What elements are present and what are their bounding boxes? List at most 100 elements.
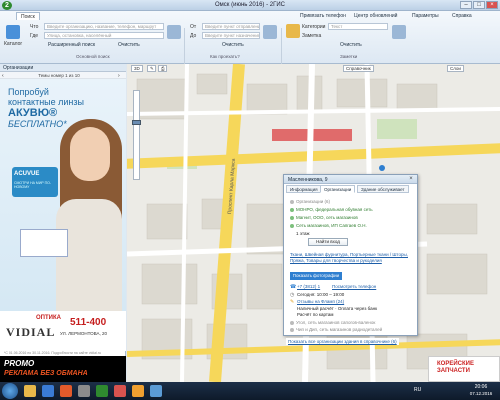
phone-icon: ☎ — [290, 284, 297, 290]
org-link[interactable]: Чип и Дип, сеть магазинов радиодеталей — [296, 327, 382, 332]
map-pin-icon[interactable] — [379, 165, 385, 171]
notes-search-input[interactable]: Текст — [328, 23, 388, 30]
zoom-slider[interactable] — [133, 90, 140, 180]
left-panel-header: Организации — [0, 64, 126, 72]
categories-icon[interactable] — [286, 24, 300, 38]
ad-disclaimer: *С 01.06.2016 по 30.11.2016. Подробности… — [4, 351, 101, 355]
show-all-orgs-link[interactable]: Показать все организации здания в справо… — [286, 338, 399, 345]
bullet-icon — [290, 200, 294, 204]
clock-date[interactable]: 07.12.2016 — [466, 391, 496, 396]
to-input[interactable]: Введите пункт назначения — [202, 32, 260, 39]
maximize-button[interactable]: □ — [473, 1, 485, 9]
vlc-icon[interactable] — [132, 385, 144, 397]
print-phone-link[interactable]: Привязать телефон — [300, 13, 346, 19]
promo-brand: PROMO — [4, 359, 35, 368]
promo-slogan: РЕКЛАМА БЕЗ ОБМАНА — [4, 370, 88, 377]
app-icon[interactable] — [150, 385, 162, 397]
bullet-icon — [290, 208, 294, 212]
route-search-icon[interactable] — [263, 25, 277, 39]
find-entrance-button[interactable]: Найти вход — [308, 238, 348, 246]
map-3d-button[interactable]: 3D — [131, 65, 143, 72]
ad-optika-label: ОПТИКА — [36, 315, 61, 321]
phone-link[interactable]: +7 (3812) 1 — [297, 284, 320, 289]
ribbon: Поиск Привязать телефон Центр обновлений… — [0, 11, 500, 72]
org-link[interactable]: Угол, сеть магазинов сапогов-валенок — [296, 320, 375, 325]
note-label[interactable]: Заметка — [302, 33, 321, 39]
ad-optika-block[interactable]: ОПТИКА VIDIAL 511-400 УЛ. ЛЕРМОНТОВА, 20 — [0, 311, 126, 351]
left-panel-title: Организации — [3, 65, 34, 71]
zoom-handle[interactable] — [132, 120, 141, 125]
taskbar: RU 20:06 07.12.2016 — [0, 382, 500, 400]
org-link[interactable]: Магнит, ООО, сеть магазинов — [296, 215, 358, 220]
ad-product-label: ACUVUE — [14, 171, 40, 177]
search-icon[interactable] — [167, 25, 181, 39]
title-bar: 2 Омск (июнь 2016) - 2ГИС – □ × — [0, 0, 500, 11]
bullet-icon — [290, 216, 294, 220]
2gis-icon[interactable] — [96, 385, 108, 397]
explorer-icon[interactable] — [24, 385, 36, 397]
firefox-icon[interactable] — [60, 385, 72, 397]
tab-building-services[interactable]: Здание обслуживает — [357, 185, 409, 193]
close-icon[interactable]: × — [407, 176, 415, 183]
map-layers-button[interactable]: Слои — [447, 65, 464, 72]
tab-info[interactable]: Информация — [286, 185, 322, 193]
catalog-icon[interactable] — [6, 25, 20, 39]
show-photos-button[interactable]: Показать фотографии — [290, 272, 342, 280]
ad-headline: контактные линзы — [8, 97, 84, 107]
categories-links[interactable]: Ткани, Швейная фурнитура, Портьерные тка… — [290, 252, 414, 263]
what-input[interactable]: Введите организацию, название, телефон, … — [44, 23, 164, 30]
promo-banner[interactable]: PROMO РЕКЛАМА БЕЗ ОБМАНА — [0, 356, 126, 382]
close-button[interactable]: × — [486, 1, 498, 9]
tab-search[interactable]: Поиск — [16, 12, 40, 20]
payment-text: Наличный расчёт · Оплата через банк — [297, 306, 378, 311]
bullet-icon — [290, 328, 294, 332]
clock-time[interactable]: 20:06 — [466, 384, 496, 390]
ad-model-image — [70, 127, 110, 181]
ad-optika-logo: VIDIAL — [6, 325, 56, 339]
building-popup: Масленникова, 9 × Информация Организации… — [283, 174, 418, 336]
org-link[interactable]: МОНРО, федеральная обувная сеть — [296, 207, 373, 212]
clear-search-link[interactable]: Очистить — [118, 42, 140, 48]
bullet-icon — [290, 321, 294, 325]
update-center-link[interactable]: Центр обновлений — [354, 13, 397, 19]
extended-search-link[interactable]: Расширенный поиск — [48, 42, 95, 48]
start-button[interactable] — [2, 383, 18, 399]
orgs-section-title: Организации (6) — [296, 199, 330, 204]
left-panel: Организации ‹ Темы номер 1 из 10 › Попро… — [0, 64, 126, 382]
where-input[interactable]: Улица, остановка, населённый — [44, 32, 164, 39]
reviews-link[interactable]: Отзывы на Фламп (24) — [297, 299, 344, 304]
catalog-label[interactable]: Каталог — [4, 41, 22, 47]
from-label: От — [190, 24, 197, 30]
help-link[interactable]: Справка — [452, 13, 472, 19]
ie-icon[interactable] — [42, 385, 54, 397]
hours-text: Сегодня: 10:00 – 19:00 — [297, 292, 345, 297]
map-print-icon[interactable]: ⎙ — [158, 65, 167, 72]
from-input[interactable]: Введите пункт отправления — [202, 23, 260, 30]
app-icon[interactable] — [78, 385, 90, 397]
group-route: Как проехать? — [210, 54, 240, 59]
params-link[interactable]: Параметры — [412, 13, 439, 19]
map-reference-button[interactable]: Справочник — [343, 65, 374, 72]
what-label: Что — [30, 24, 39, 30]
map-ruler-icon[interactable]: ✎ — [147, 65, 156, 72]
clear-notes-link[interactable]: Очистить — [340, 42, 362, 48]
ad-headline: АКУВЮ® — [8, 107, 58, 119]
language-indicator[interactable]: RU — [414, 387, 421, 393]
ad-product-sub: СМОТРИ НА МИР ПО-НОВОМУ — [14, 181, 52, 189]
korean-parts-banner[interactable]: КОРЕЙСКИЕ ЗАПЧАСТИ — [428, 356, 500, 382]
window-title: Омск (июнь 2016) - 2ГИС — [215, 2, 285, 8]
categories-label[interactable]: Категории — [302, 24, 325, 30]
floor-text: 1 этаж — [296, 231, 310, 236]
app-logo-icon: 2 — [2, 1, 12, 10]
show-phone-link[interactable]: Посмотреть телефон — [332, 284, 376, 289]
app-icon[interactable] — [114, 385, 126, 397]
advertisement-banner[interactable]: Попробуй контактные линзы АКУВЮ® БЕСПЛАТ… — [0, 79, 126, 311]
minimize-button[interactable]: – — [460, 1, 472, 9]
group-notes: Заметки — [340, 54, 358, 59]
clear-route-link[interactable]: Очистить — [222, 42, 244, 48]
ad-headline: БЕСПЛАТНО* — [8, 119, 67, 129]
tab-organizations[interactable]: Организации — [320, 185, 356, 193]
notes-search-icon[interactable] — [392, 25, 406, 39]
flamp-icon: ✎ — [290, 299, 295, 305]
org-link[interactable]: Сеть магазинов, ИП Сапгаев О.Н. — [296, 223, 367, 228]
